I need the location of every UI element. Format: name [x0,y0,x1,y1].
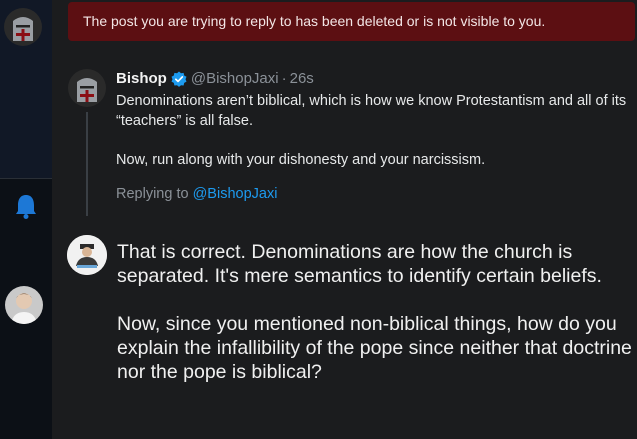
verified-badge-icon [171,71,187,87]
post-paragraph: Now, run along with your dishonesty and … [116,152,486,168]
thread-connector-line [86,112,88,216]
deleted-post-notice: The post you are trying to reply to has … [68,2,635,41]
post-timestamp[interactable]: 26s [290,70,314,87]
replying-prefix: Replying to [116,186,189,202]
reply-paragraph: Now, since you mentioned non-biblical th… [117,313,632,383]
crusader-helmet-icon [68,69,106,107]
sidebar [0,0,52,439]
post-author-name[interactable]: Bishop [116,70,167,87]
post-paragraph: Denominations aren’t biblical, which is … [116,93,627,129]
sidebar-avatar[interactable] [4,8,42,46]
post-author-avatar[interactable] [68,69,106,107]
reply-text[interactable]: That is correct. Denominations are how t… [117,240,635,408]
user-photo-icon [5,286,43,324]
sidebar-user-avatar[interactable] [5,286,43,324]
reply-author-avatar-icon [67,235,107,275]
replying-to-line: Replying to @BishopJaxi [116,186,277,202]
reply-author-avatar[interactable] [67,235,107,275]
post-header: Bishop @BishopJaxi · 26s [116,70,314,87]
post-body: Denominations aren’t biblical, which is … [116,91,630,170]
reply-paragraph: That is correct. Denominations are how t… [117,241,602,287]
crusader-helmet-icon [4,8,42,46]
post-author-handle[interactable]: @BishopJaxi [191,70,279,87]
notice-text: The post you are trying to reply to has … [83,13,546,29]
sidebar-divider [0,178,52,179]
header-separator: · [281,70,287,87]
bell-icon[interactable] [14,193,38,219]
replying-mention-link[interactable]: @BishopJaxi [193,186,278,202]
